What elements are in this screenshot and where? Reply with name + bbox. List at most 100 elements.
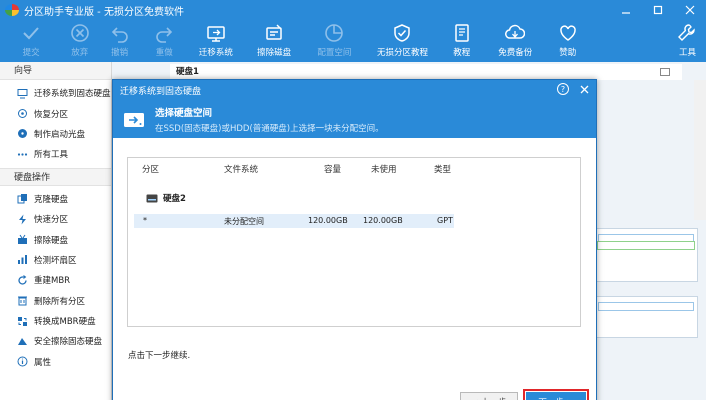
sidebar-item-convert-mbr[interactable]: 转换成MBR硬盘 — [0, 311, 111, 331]
toolbar-label: 赞助 — [559, 48, 577, 58]
rebuild-mbr-icon — [17, 274, 28, 286]
sidebar-wizard-header: 向导 — [0, 62, 111, 80]
maximize-button[interactable] — [642, 0, 674, 20]
toolbar-label: 放弃 — [71, 48, 89, 58]
toolbar-button-discard[interactable]: 放弃 — [62, 20, 97, 62]
toolbar-button-apply[interactable]: 提交 — [0, 20, 62, 62]
more-icon — [17, 149, 28, 160]
toolbar-label: 无损分区教程 — [376, 48, 428, 58]
next-button[interactable]: 下一步 > — [523, 389, 589, 400]
cell-partition: * — [143, 216, 147, 225]
sidebar-wizard-group: 迁移系统到固态硬盘 恢复分区 制作启动光盘 所有工具 — [0, 80, 111, 168]
dialog-controls: ? — [557, 83, 590, 95]
sidebar-item-all-tools[interactable]: 所有工具 — [0, 144, 111, 164]
sidebar-item-restore-partition[interactable]: 恢复分区 — [0, 103, 111, 123]
migrate-os-dialog: 迁移系统到固态硬盘 ? 选择硬盘空间 在SSD(固态硬盘)或HDD(普通硬盘)上… — [112, 79, 597, 400]
disk-space-list: 分区 文件系统 容量 未使用 类型 硬盘2 * 未分配空间 120.00GB 1… — [127, 157, 581, 327]
sidebar-item-label: 所有工具 — [34, 150, 69, 161]
wipe-disk-icon — [17, 234, 28, 245]
maximize-icon — [653, 5, 663, 15]
toolbar-button-redo[interactable]: 重做 — [142, 20, 187, 62]
undo-icon — [111, 27, 128, 43]
sidebar-item-wipe-disk[interactable]: 擦除硬盘 — [0, 229, 111, 249]
delete-partitions-icon — [17, 295, 28, 306]
allocate-space-icon — [325, 24, 344, 42]
sidebar-item-secure-erase-ssd[interactable]: 安全擦除固态硬盘 — [0, 331, 111, 351]
toolbar-button-allocate-space[interactable]: 配置空间 — [303, 20, 365, 62]
hint-text: 点击下一步继续. — [128, 351, 191, 361]
toolbar-button-tutorial[interactable]: 教程 — [439, 20, 484, 62]
secure-erase-icon — [17, 336, 28, 347]
sidebar-disk-header: 硬盘操作 — [0, 167, 111, 186]
column-header-capacity: 容量 — [324, 165, 342, 175]
hard-disk-icon — [146, 194, 158, 202]
dialog-title-bar: 迁移系统到固态硬盘 ? — [113, 80, 596, 100]
toolbar-button-undo[interactable]: 撤销 — [97, 20, 142, 62]
sidebar: 向导 迁移系统到固态硬盘 恢复分区 制作启动光盘 所有工具 硬盘操作 克隆硬盘 … — [0, 62, 112, 400]
sidebar-item-label: 恢复分区 — [34, 109, 69, 120]
migrate-icon — [207, 26, 225, 42]
quick-partition-icon — [17, 214, 28, 225]
sidebar-item-label: 快速分区 — [34, 215, 69, 226]
toolbar-label: 教程 — [453, 48, 471, 58]
disk-card[interactable] — [594, 296, 698, 338]
partition-bar — [597, 241, 695, 250]
cancel-icon — [70, 24, 89, 42]
disk-label: 硬盘2 — [163, 194, 186, 204]
scrollbar[interactable] — [694, 80, 706, 220]
sidebar-item-label: 属性 — [34, 357, 52, 368]
cell-unused: 120.00GB — [363, 216, 403, 225]
sidebar-item-label: 擦除硬盘 — [34, 235, 69, 246]
toolbar-button-sponsor[interactable]: 赞助 — [546, 20, 589, 62]
toolbar-button-migrate[interactable]: 迁移系统 — [187, 20, 245, 62]
column-header-unused: 未使用 — [371, 165, 397, 175]
close-button[interactable] — [674, 0, 706, 20]
redo-icon — [156, 27, 173, 43]
dialog-title: 迁移系统到固态硬盘 — [120, 86, 202, 97]
toolbar-label: 撤销 — [111, 48, 129, 58]
sidebar-item-boot-disc[interactable]: 制作启动光盘 — [0, 124, 111, 144]
toolbar-button-wipe-disk[interactable]: 擦除磁盘 — [245, 20, 303, 62]
disk-card-outline — [594, 236, 698, 282]
shield-check-icon — [394, 24, 411, 42]
help-icon[interactable]: ? — [557, 83, 569, 95]
toolbar-label: 擦除磁盘 — [257, 48, 292, 58]
clone-disk-icon — [17, 193, 28, 204]
toolbar-label: 迁移系统 — [198, 48, 233, 58]
boot-disc-icon — [17, 128, 28, 139]
sidebar-item-rebuild-mbr[interactable]: 重建MBR — [0, 270, 111, 290]
step-title: 选择硬盘空间 — [155, 107, 213, 119]
toolbar-button-free-backup[interactable]: 免费备份 — [484, 20, 546, 62]
app-logo-icon — [5, 4, 19, 16]
sidebar-item-label: 迁移系统到固态硬盘 — [34, 89, 111, 100]
sidebar-item-properties[interactable]: 属性 — [0, 352, 111, 372]
sidebar-item-migrate-ssd[interactable]: 迁移系统到固态硬盘 — [0, 83, 111, 103]
sidebar-item-quick-partition[interactable]: 快速分区 — [0, 209, 111, 229]
toolbar: 提交 放弃 撤销 重做 迁移系统 擦除磁盘 配置空间 无损分区教程 教程 免费备… — [0, 20, 706, 62]
sidebar-item-delete-all-partitions[interactable]: 删除所有分区 — [0, 291, 111, 311]
check-icon — [23, 27, 39, 40]
dialog-close-button[interactable] — [578, 83, 590, 95]
column-header-partition: 分区 — [142, 165, 160, 175]
cell-type: GPT — [437, 216, 453, 225]
close-icon — [685, 5, 695, 15]
sidebar-item-label: 删除所有分区 — [34, 296, 86, 307]
minimize-button[interactable] — [610, 0, 642, 20]
disk-group-row[interactable]: 硬盘2 — [146, 192, 186, 204]
disk-header: 硬盘1 — [170, 64, 682, 80]
sidebar-item-bad-sector[interactable]: 检测坏扇区 — [0, 250, 111, 270]
previous-button[interactable]: < 上一步 — [460, 392, 518, 400]
sidebar-item-label: 检测坏扇区 — [34, 255, 77, 266]
cell-capacity: 120.00GB — [308, 216, 348, 225]
close-icon — [580, 85, 588, 93]
toolbar-button-tutorial-lossless[interactable]: 无损分区教程 — [366, 20, 440, 62]
sidebar-item-label: 重建MBR — [34, 276, 71, 287]
migrate-icon — [17, 88, 28, 99]
toolbar-button-tools[interactable]: 工具 — [589, 20, 706, 62]
list-header: 分区 文件系统 容量 未使用 类型 — [128, 158, 580, 180]
table-row[interactable]: * 未分配空间 120.00GB 120.00GB GPT — [134, 214, 454, 228]
sidebar-item-clone-disk[interactable]: 克隆硬盘 — [0, 189, 111, 209]
book-icon — [455, 24, 469, 42]
view-toggle-icon[interactable] — [660, 68, 670, 76]
window-controls — [610, 0, 706, 20]
